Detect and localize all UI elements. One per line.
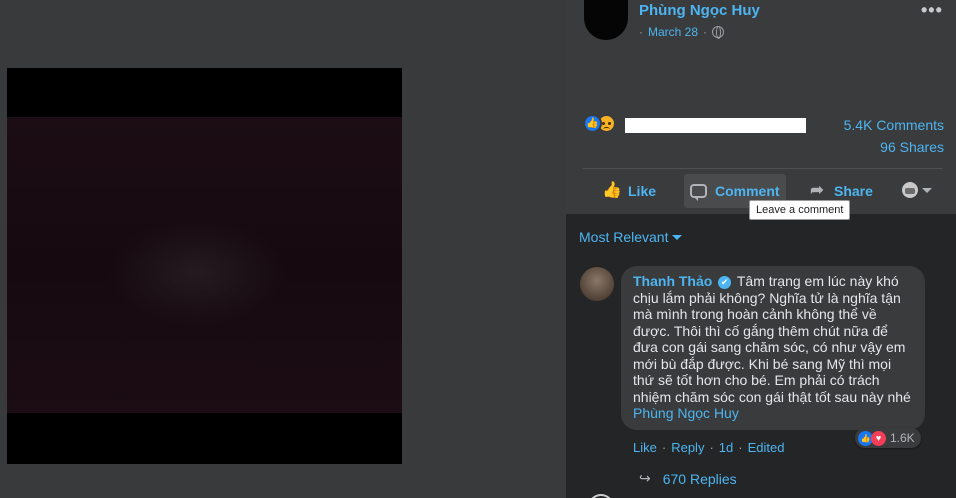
post-author-name[interactable]: Phùng Ngọc Huy [639,2,760,19]
globe-icon[interactable] [712,26,725,39]
like-label: Like [628,183,657,199]
meta-dot: · [639,25,643,39]
post-video[interactable] [7,68,402,464]
reaction-audience-selector[interactable] [902,182,932,198]
comment-reaction-count: 1.6K [890,431,915,445]
share-arrow-icon: ➦ [810,182,824,199]
redacted-reaction-names [625,118,806,133]
audience-avatar [902,182,918,198]
chevron-down-icon [672,234,683,240]
love-reaction-icon: ♥ [871,430,886,446]
comment-text: Tâm trạng em lúc này khó chịu lắm phải k… [633,273,911,405]
comment-bubble: Thanh Thảo ✔ Tâm trạng em lúc này khó ch… [621,266,925,430]
divider [583,168,943,169]
video-content [107,218,287,328]
comments-count[interactable]: 5.4K Comments [844,117,944,133]
comment-reactions[interactable]: 👍 ♥ 1.6K [855,428,921,448]
commenter-avatar[interactable] [580,267,614,301]
action-dot: · [709,440,714,455]
sort-label: Most Relevant [579,229,669,245]
comment-tooltip: Leave a comment [749,200,851,220]
comment-label: Comment [715,183,780,199]
replies-count: 670 Replies [662,470,737,487]
post-side-panel: Phùng Ngọc Huy · March 28 · ••• 👍 5.4K C… [566,0,956,498]
like-button[interactable]: 👍 Like [596,174,662,208]
comment-body: Thanh Thảo ✔ Tâm trạng em lúc này khó ch… [633,273,913,422]
comment-bubble-icon [690,184,707,201]
share-label: Share [834,183,873,199]
action-dot: · [738,440,743,455]
view-replies-link[interactable]: ↪ 670 Replies [639,470,737,487]
shares-count[interactable]: 96 Shares [880,139,944,155]
action-dot: · [661,440,667,455]
author-avatar[interactable] [584,0,628,40]
comment-like-link[interactable]: Like [633,440,657,455]
tagged-user-link[interactable]: Phùng Ngọc Huy [633,405,739,421]
comment-sort-dropdown[interactable]: Most Relevant [579,229,683,245]
post-reactions[interactable]: 👍 [583,114,616,133]
meta-dot: · [703,25,708,39]
commenter-name[interactable]: Thanh Thảo [633,273,712,289]
comment-time[interactable]: 1d [719,440,733,455]
chevron-down-icon [922,187,932,193]
comment-reply-link[interactable]: Reply [671,440,704,455]
more-options-icon[interactable]: ••• [921,0,943,21]
verified-badge-icon: ✔ [718,276,732,289]
reply-arrow-icon: ↪ [639,470,651,486]
comment-actions: Like · Reply · 1d · Edited [633,440,784,455]
photo-viewer [0,0,566,498]
post-meta: · March 28 · [639,25,725,39]
edited-label[interactable]: Edited [748,440,785,455]
like-reaction-icon: 👍 [583,114,602,133]
post-date[interactable]: March 28 [648,25,698,39]
thumbs-up-icon: 👍 [602,182,622,199]
